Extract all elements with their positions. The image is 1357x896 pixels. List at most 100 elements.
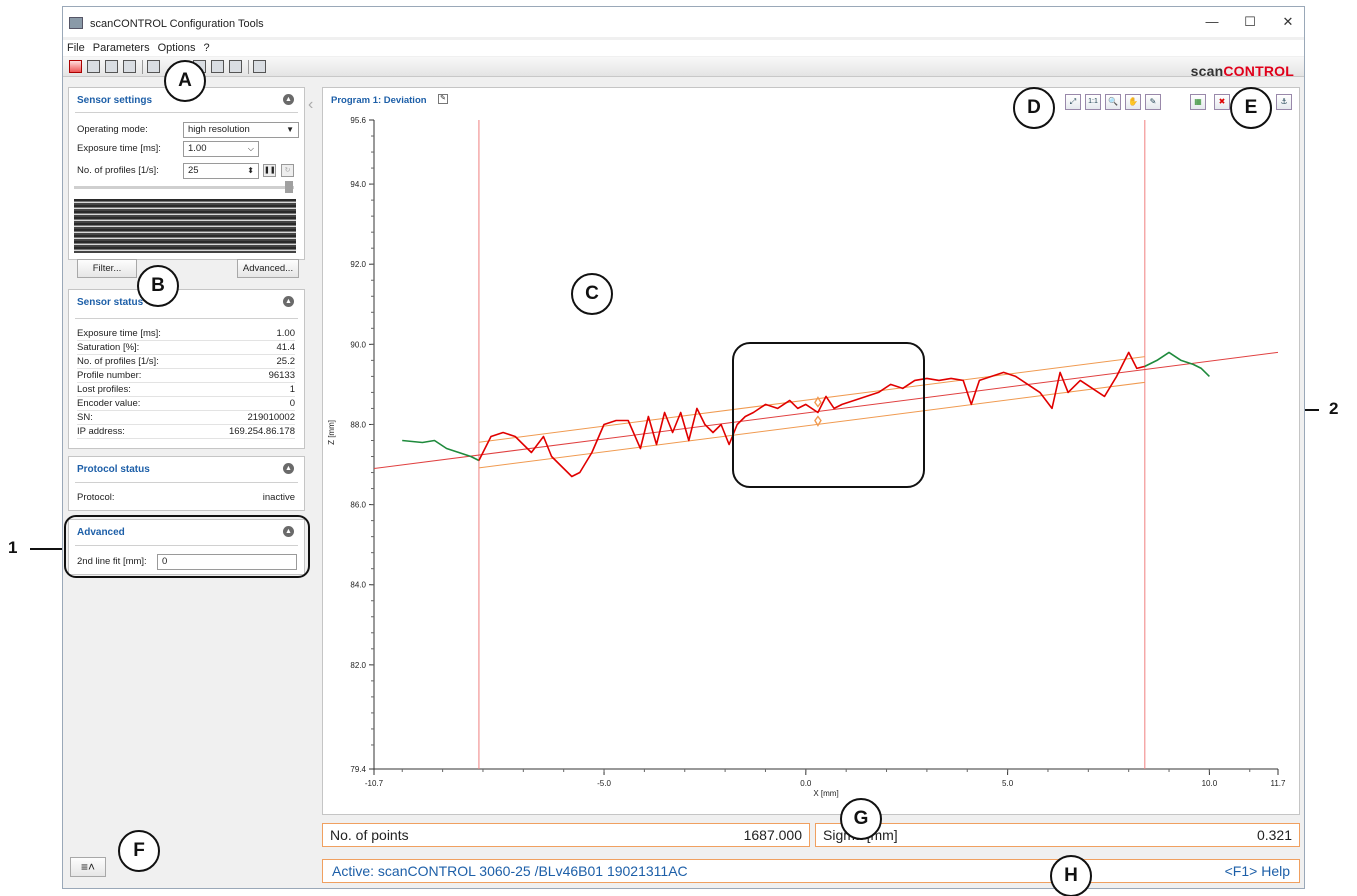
x-tick-label: 10.0: [1202, 779, 1218, 788]
status-row: SN: 219010002: [77, 411, 295, 425]
toolbar-separator: [142, 60, 143, 74]
help-link[interactable]: <F1> Help: [1225, 860, 1290, 882]
protocol-status-title: Protocol status: [77, 464, 150, 475]
export-icon[interactable]: [211, 60, 224, 73]
fit-icon[interactable]: ⤢: [1065, 94, 1081, 110]
operating-mode-label: Operating mode:: [77, 124, 148, 135]
profiles-slider-track[interactable]: [74, 186, 294, 189]
status-key: No. of profiles [1/s]:: [77, 356, 159, 367]
chevron-up-icon[interactable]: ▲: [283, 94, 294, 105]
points-value: 1687.000: [743, 827, 802, 843]
sigma-value: 0.321: [1256, 827, 1292, 843]
callout-c: C: [571, 273, 613, 315]
eyedropper-icon[interactable]: ✎: [1145, 94, 1161, 110]
divider: [75, 318, 298, 319]
one-to-one-icon[interactable]: 1:1: [1085, 94, 1101, 110]
status-row: Profile number: 96133: [77, 369, 295, 383]
pan-icon[interactable]: ✋: [1125, 94, 1141, 110]
status-value: 1: [289, 384, 295, 395]
menu-options[interactable]: Options: [154, 40, 200, 56]
status-key: Encoder value:: [77, 398, 141, 409]
remove-icon[interactable]: ✖: [1214, 94, 1230, 110]
chevron-up-icon[interactable]: ▲: [283, 463, 294, 474]
chevron-up-icon[interactable]: ▲: [283, 296, 294, 307]
maximize-button[interactable]: ☐: [1231, 11, 1269, 33]
refresh-icon[interactable]: ↻: [281, 164, 294, 177]
profiles-label: No. of profiles [1/s]:: [77, 165, 159, 176]
spin-arrows-icon[interactable]: ⬍: [247, 164, 254, 178]
save-icon[interactable]: [105, 60, 118, 73]
edit-icon[interactable]: ✎: [438, 94, 448, 104]
status-value: 25.2: [276, 356, 296, 367]
status-key: IP address:: [77, 426, 125, 437]
y-axis-label: Z [mm]: [327, 420, 336, 445]
grid-icon[interactable]: ▦: [1190, 94, 1206, 110]
status-key: Lost profiles:: [77, 384, 131, 395]
anchor-icon[interactable]: ⚓: [1276, 94, 1292, 110]
connect-icon[interactable]: [69, 60, 82, 73]
sensor-status-panel: Sensor status ▲ Exposure time [ms]: 1.00 …: [68, 289, 305, 449]
window-icon[interactable]: [229, 60, 242, 73]
zoom-icon[interactable]: 🔍: [1105, 94, 1121, 110]
points-label: No. of points: [330, 827, 409, 843]
callout-d: D: [1013, 87, 1055, 129]
exposure-time-value: 1.00: [188, 143, 207, 154]
sigma-stat: Sigma [mm] 0.321: [815, 823, 1300, 847]
menu-file[interactable]: File: [63, 40, 89, 56]
pause-icon[interactable]: ❚❚: [263, 164, 276, 177]
advanced-settings-button[interactable]: Advanced...: [237, 259, 299, 278]
status-value: 1.00: [276, 328, 296, 339]
status-row: IP address: 169.254.86.178: [77, 425, 295, 439]
status-row: Encoder value: 0: [77, 397, 295, 411]
status-row: Protocol: inactive: [77, 491, 295, 505]
status-value: 96133: [268, 370, 295, 381]
status-key: Profile number:: [77, 370, 142, 381]
menu-help[interactable]: ?: [200, 40, 214, 56]
menu-button[interactable]: ≡˄: [70, 857, 106, 877]
profiles-value: 25: [188, 165, 199, 176]
operating-mode-value: high resolution: [188, 124, 250, 135]
minimize-button[interactable]: —: [1193, 11, 1231, 33]
menu-parameters[interactable]: Parameters: [89, 40, 154, 56]
parameter-icon[interactable]: [147, 60, 160, 73]
y-tick-label: 95.6: [350, 116, 366, 125]
x-tick-label: 5.0: [1002, 779, 1014, 788]
screenshot-icon[interactable]: [253, 60, 266, 73]
save-as-icon[interactable]: [123, 60, 136, 73]
y-tick-label: 88.0: [350, 420, 366, 429]
y-tick-label: 84.0: [350, 581, 366, 590]
x-tick-label: 0.0: [800, 779, 812, 788]
exposure-time-combo[interactable]: 1.00 ⌵: [183, 141, 259, 157]
open-icon[interactable]: [87, 60, 100, 73]
chevron-left-icon[interactable]: ‹: [308, 96, 313, 114]
y-tick-label: 92.0: [350, 260, 366, 269]
sensor-matrix-preview: [74, 199, 296, 253]
menu-bar: File Parameters Options?: [63, 40, 1304, 56]
filter-button[interactable]: Filter...: [77, 259, 137, 278]
x-tick-label: -10.7: [365, 779, 384, 788]
divider: [75, 482, 298, 483]
status-value: 41.4: [276, 342, 296, 353]
callout-h: H: [1050, 855, 1092, 896]
x-axis-label: X [mm]: [813, 789, 838, 798]
profiles-spinbox[interactable]: 25 ⬍: [183, 163, 259, 179]
status-key: SN:: [77, 412, 93, 423]
main-toolbar: [63, 57, 1304, 77]
graph-title: Program 1: Deviation: [331, 95, 427, 106]
window-title: scanCONTROL Configuration Tools: [90, 18, 264, 30]
y-tick-label: 90.0: [350, 340, 366, 349]
chevron-down-icon: ⌵: [247, 144, 254, 153]
points-stat: No. of points 1687.000: [322, 823, 810, 847]
chevron-down-icon: ▼: [286, 125, 294, 134]
close-button[interactable]: ✕: [1269, 11, 1307, 33]
callout-number-1: 1: [8, 538, 18, 557]
status-value: 219010002: [247, 412, 295, 423]
operating-mode-select[interactable]: high resolution ▼: [183, 122, 299, 138]
callout-number-2: 2: [1329, 399, 1339, 418]
status-value: 0: [289, 398, 295, 409]
divider: [75, 112, 298, 113]
exposure-time-label: Exposure time [ms]:: [77, 143, 161, 154]
x-tick-label: -5.0: [597, 779, 611, 788]
profiles-slider-handle[interactable]: [285, 181, 293, 193]
y-tick-label: 86.0: [350, 501, 366, 510]
